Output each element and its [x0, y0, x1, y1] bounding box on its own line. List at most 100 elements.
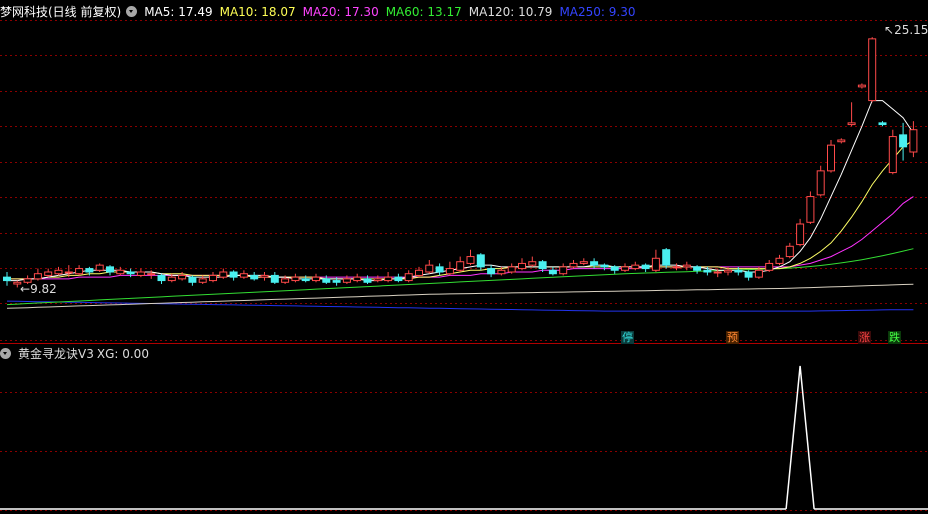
indicator-panel [0, 365, 928, 510]
candle-up [54, 269, 63, 275]
xg-signal-spike [785, 365, 815, 510]
candle-up [64, 271, 73, 274]
candle-up [621, 266, 629, 271]
candle-up [816, 170, 825, 196]
candle-down [3, 276, 11, 282]
candle-down [250, 274, 259, 280]
candle-up [888, 136, 897, 174]
candle-up [827, 144, 835, 172]
candle-down [600, 264, 609, 268]
candle-up [507, 266, 516, 273]
candle-up [239, 273, 248, 278]
chart-canvas[interactable] [0, 0, 928, 514]
candle-down [229, 271, 238, 278]
candle-up [682, 264, 691, 268]
price-low-label: ←9.82 [20, 282, 57, 296]
candle-down [641, 264, 650, 270]
candle-down [126, 271, 135, 275]
candle-down [435, 266, 444, 273]
stock-title[interactable]: 梦网科技(日线 前复权) [0, 5, 121, 19]
chevron-down-icon[interactable] [0, 348, 11, 359]
candle-up [651, 257, 660, 271]
xg-value-label: XG: 0.00 [96, 347, 149, 361]
candle-down [394, 276, 403, 282]
candle-up [806, 196, 815, 223]
candle-down [363, 278, 372, 283]
candle-up [837, 139, 846, 143]
candle-up [631, 264, 640, 270]
candle-up [281, 278, 290, 283]
candle-down [878, 122, 887, 126]
marker-zhang[interactable]: 涨 [858, 331, 871, 344]
candle-up [95, 264, 104, 271]
price-high-label: ↖25.15 [884, 23, 928, 37]
candle-up [312, 276, 320, 282]
candle-up [167, 276, 176, 282]
candle-up [116, 269, 125, 275]
candle-down [157, 274, 166, 282]
ma120-line [6, 283, 914, 309]
marker-die[interactable]: 跌 [888, 331, 901, 344]
candle-down [301, 278, 310, 282]
candle-down [734, 269, 743, 273]
candle-up [445, 268, 454, 275]
candle-down [85, 268, 94, 273]
candle-up [868, 38, 877, 102]
candle-down [662, 249, 671, 266]
candle-down [703, 269, 712, 273]
candle-up [857, 84, 866, 88]
candle-up [384, 276, 393, 282]
ma5-line [7, 100, 914, 282]
candle-up [765, 262, 774, 271]
candle-down [899, 134, 908, 148]
candle-up [775, 257, 784, 264]
candle-down [548, 269, 557, 275]
candle-down [693, 266, 702, 271]
candle-up [796, 223, 805, 246]
candle-down [106, 266, 114, 273]
chevron-down-icon[interactable] [126, 6, 138, 17]
candle-up [33, 273, 42, 280]
candle-up [415, 269, 423, 276]
main-chart-header: 梦网科技(日线 前复权) MA5: 17.49 MA10: 18.07 MA20: 1… [0, 4, 642, 20]
candle-up [198, 278, 207, 283]
candle-down [188, 276, 197, 283]
candle-up [425, 264, 434, 273]
candle-up [569, 262, 578, 268]
candle-down [538, 261, 547, 270]
candle-up [724, 269, 732, 273]
candle-up [373, 278, 382, 282]
moving-average-lines [6, 100, 914, 312]
candle-up [44, 271, 53, 276]
candle-up [785, 245, 794, 258]
candle-down [487, 268, 496, 275]
candle-up [136, 271, 145, 276]
candle-up [75, 268, 84, 275]
candle-up [559, 266, 568, 275]
candle-up [353, 276, 362, 282]
marker-ting[interactable]: 停 [621, 331, 634, 344]
indicator-title[interactable]: 黄金寻龙诀V3 [18, 347, 94, 361]
marker-yu[interactable]: 预 [726, 331, 739, 344]
candle-up [404, 273, 413, 282]
candle-up [291, 276, 300, 282]
candle-up [147, 273, 156, 276]
candle-up [672, 266, 681, 269]
ma5-label: MA5: 17.49 [144, 5, 213, 19]
candle-up [518, 262, 526, 270]
ma60-label: MA60: 13.17 [385, 5, 462, 19]
candle-up [909, 129, 918, 153]
candle-up [178, 274, 187, 280]
candle-up [456, 261, 465, 271]
candle-up [466, 256, 475, 264]
candle-up [209, 274, 217, 282]
ma10-label: MA10: 18.07 [219, 5, 296, 19]
candle-up [754, 269, 763, 278]
candle-down [270, 274, 279, 283]
ma250-line [6, 300, 914, 312]
ma250-label: MA250: 9.30 [559, 5, 636, 19]
candle-down [610, 266, 619, 271]
indicator-header: 黄金寻龙诀V3 XG: 0.00 [0, 346, 156, 362]
candle-up [579, 261, 588, 264]
candle-up [847, 122, 856, 126]
